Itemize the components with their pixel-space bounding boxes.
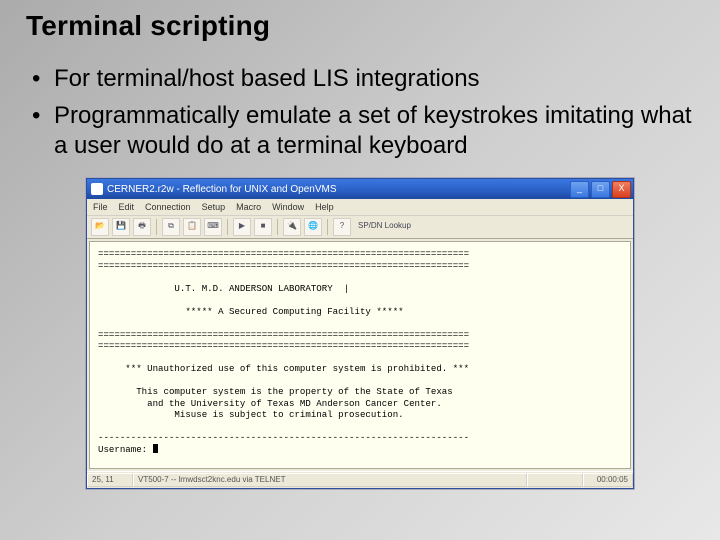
menu-item[interactable]: Macro: [236, 202, 261, 212]
bullet-item: For terminal/host based LIS integrations: [30, 64, 694, 95]
status-bar: 25, 11 VT500-7 -- lrnwdsct2knc.edu via T…: [87, 471, 633, 488]
stop-icon[interactable]: ■: [254, 218, 272, 236]
paste-icon[interactable]: 📋: [183, 218, 201, 236]
app-icon: [91, 183, 103, 195]
window-title: CERNER2.r2w - Reflection for UNIX and Op…: [107, 184, 566, 195]
lookup-label[interactable]: SP/DN Lookup: [354, 219, 415, 235]
toolbar: 📂 💾 🖶 ⧉ 📋 ⌨ ▶ ■ 🔌 🌐 ? SP/DN Lookup: [87, 216, 633, 239]
menu-item[interactable]: Setup: [202, 202, 226, 212]
menu-item[interactable]: Connection: [145, 202, 191, 212]
tool-icon[interactable]: ⌨: [204, 218, 222, 236]
open-icon[interactable]: 📂: [91, 218, 109, 236]
status-blank: [527, 473, 583, 487]
menu-item[interactable]: Window: [272, 202, 304, 212]
host-status: VT500-7 -- lrnwdsct2knc.edu via TELNET: [133, 473, 527, 487]
menu-item[interactable]: File: [93, 202, 108, 212]
close-button[interactable]: X: [612, 181, 631, 198]
print-icon[interactable]: 🖶: [133, 218, 151, 236]
terminal-area[interactable]: ========================================…: [89, 241, 631, 469]
separator: [327, 219, 328, 235]
copy-icon[interactable]: ⧉: [162, 218, 180, 236]
globe-icon[interactable]: 🌐: [304, 218, 322, 236]
connect-icon[interactable]: 🔌: [283, 218, 301, 236]
menu-item[interactable]: Help: [315, 202, 334, 212]
connect-time: 00:00:05: [583, 473, 633, 487]
separator: [277, 219, 278, 235]
separator: [156, 219, 157, 235]
menu-item[interactable]: Edit: [119, 202, 135, 212]
menu-bar: File Edit Connection Setup Macro Window …: [87, 199, 633, 216]
bullet-list: For terminal/host based LIS integrations…: [30, 64, 694, 162]
minimize-button[interactable]: _: [570, 181, 589, 198]
separator: [227, 219, 228, 235]
terminal-window: CERNER2.r2w - Reflection for UNIX and Op…: [86, 178, 634, 489]
save-icon[interactable]: 💾: [112, 218, 130, 236]
cursor-position: 25, 11: [87, 473, 133, 487]
play-icon[interactable]: ▶: [233, 218, 251, 236]
bullet-item: Programmatically emulate a set of keystr…: [30, 101, 694, 162]
terminal-text: ========================================…: [98, 248, 622, 455]
title-bar[interactable]: CERNER2.r2w - Reflection for UNIX and Op…: [87, 179, 633, 199]
help-icon[interactable]: ?: [333, 218, 351, 236]
cursor-icon: [153, 444, 158, 453]
maximize-button[interactable]: □: [591, 181, 610, 198]
slide-title: Terminal scripting: [26, 10, 694, 42]
